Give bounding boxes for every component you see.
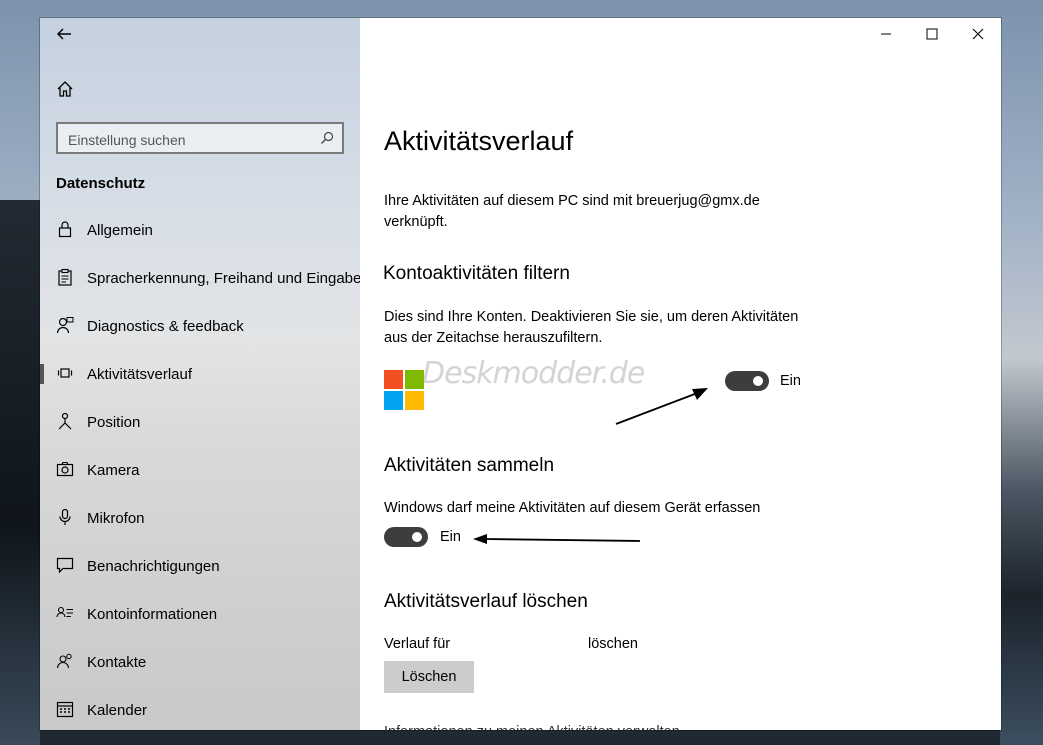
sidebar-item-label: Kontoinformationen (87, 606, 218, 623)
main-content: Aktivitätsverlauf Ihre Aktivitäten auf d… (360, 18, 1001, 730)
search-icon[interactable] (320, 131, 334, 145)
delete-button[interactable]: Löschen (384, 661, 474, 693)
sidebar-item-allgemein[interactable]: Allgemein (40, 206, 360, 254)
manage-activities-link[interactable]: Informationen zu meinen Aktivitäten verw… (384, 722, 680, 730)
sidebar-item-kalender[interactable]: Kalender (40, 686, 360, 730)
notification-icon (56, 556, 74, 574)
intro-text-line1: Ihre Aktivitäten auf diesem PC sind mit … (384, 193, 760, 209)
delete-description-prefix: Verlauf für (384, 636, 451, 652)
sidebar-item-aktivitaetsverlauf[interactable]: Aktivitätsverlauf (40, 350, 360, 398)
clipboard-icon (56, 268, 74, 286)
search-input[interactable] (66, 129, 310, 151)
close-icon (972, 28, 984, 40)
sidebar-item-label: Benachrichtigungen (87, 558, 220, 575)
sidebar-item-spracherkennung[interactable]: Spracherkennung, Freihand und Eingabe (40, 254, 362, 302)
calendar-icon (56, 700, 74, 718)
maximize-button[interactable] (909, 18, 955, 50)
sidebar-item-label: Aktivitätsverlauf (87, 366, 193, 383)
collect-activities-toggle-label: Ein (440, 529, 461, 545)
sidebar-item-diagnostics[interactable]: Diagnostics & feedback (40, 302, 360, 350)
sidebar-item-mikrofon[interactable]: Mikrofon (40, 494, 360, 542)
page-title: Aktivitätsverlauf (384, 126, 574, 156)
maximize-icon (926, 28, 938, 40)
account-filter-toggle-label: Ein (780, 373, 801, 389)
delete-heading: Aktivitätsverlauf löschen (384, 591, 588, 612)
microsoft-account-logo-icon (384, 370, 424, 410)
account-filter-toggle[interactable] (725, 371, 769, 391)
watermark: Deskmodder.de (422, 356, 645, 391)
sidebar-item-label: Position (87, 414, 141, 431)
sidebar: Datenschutz Allgemein Spracherkennung, F… (40, 18, 362, 730)
sidebar-item-kontakte[interactable]: Kontakte (40, 638, 360, 686)
close-button[interactable] (955, 18, 1001, 50)
section-title: Datenschutz (56, 175, 146, 192)
sidebar-item-label: Spracherkennung, Freihand und Eingabe (87, 270, 362, 287)
toggle-knob (753, 376, 763, 386)
filter-description-line1: Dies sind Ihre Konten. Deaktivieren Sie … (384, 309, 799, 325)
sidebar-item-kontoinformationen[interactable]: Kontoinformationen (40, 590, 360, 638)
camera-icon (56, 460, 74, 478)
sidebar-nav: Allgemein Spracherkennung, Freihand und … (40, 206, 362, 730)
collect-activities-toggle[interactable] (384, 527, 428, 547)
minimize-icon (881, 33, 891, 35)
sidebar-item-label: Diagnostics & feedback (87, 318, 244, 335)
sidebar-item-position[interactable]: Position (40, 398, 360, 446)
microphone-icon (56, 508, 74, 526)
lock-icon (56, 220, 74, 238)
sidebar-item-label: Allgemein (87, 222, 153, 239)
sidebar-item-label: Kamera (87, 462, 140, 479)
sidebar-item-label: Kontakte (87, 654, 147, 671)
contacts-icon (56, 652, 74, 670)
home-icon[interactable] (56, 80, 76, 100)
search-box[interactable] (56, 122, 344, 154)
sidebar-item-kamera[interactable]: Kamera (40, 446, 360, 494)
sidebar-item-benachrichtigungen[interactable]: Benachrichtigungen (40, 542, 360, 590)
sidebar-item-label: Mikrofon (87, 510, 145, 527)
desktop-background-right (1000, 0, 1043, 745)
desktop-background-left (0, 200, 40, 745)
intro-text-line2: verknüpft. (384, 214, 448, 230)
sidebar-item-label: Kalender (87, 702, 148, 719)
account-info-icon (56, 604, 74, 622)
filter-description-line2: aus der Zeitachse herauszufiltern. (384, 330, 603, 346)
collect-description: Windows darf meine Aktivitäten auf diese… (384, 500, 761, 516)
settings-window: Datenschutz Allgemein Spracherkennung, F… (40, 18, 1001, 730)
minimize-button[interactable] (863, 18, 909, 50)
timeline-icon (56, 364, 74, 382)
delete-description-suffix: löschen (588, 636, 638, 652)
toggle-knob (412, 532, 422, 542)
filter-heading: Kontoaktivitäten filtern (383, 263, 570, 284)
back-arrow-icon[interactable] (54, 24, 74, 44)
person-feedback-icon (56, 316, 74, 334)
collect-heading: Aktivitäten sammeln (384, 455, 555, 476)
location-icon (56, 412, 74, 430)
